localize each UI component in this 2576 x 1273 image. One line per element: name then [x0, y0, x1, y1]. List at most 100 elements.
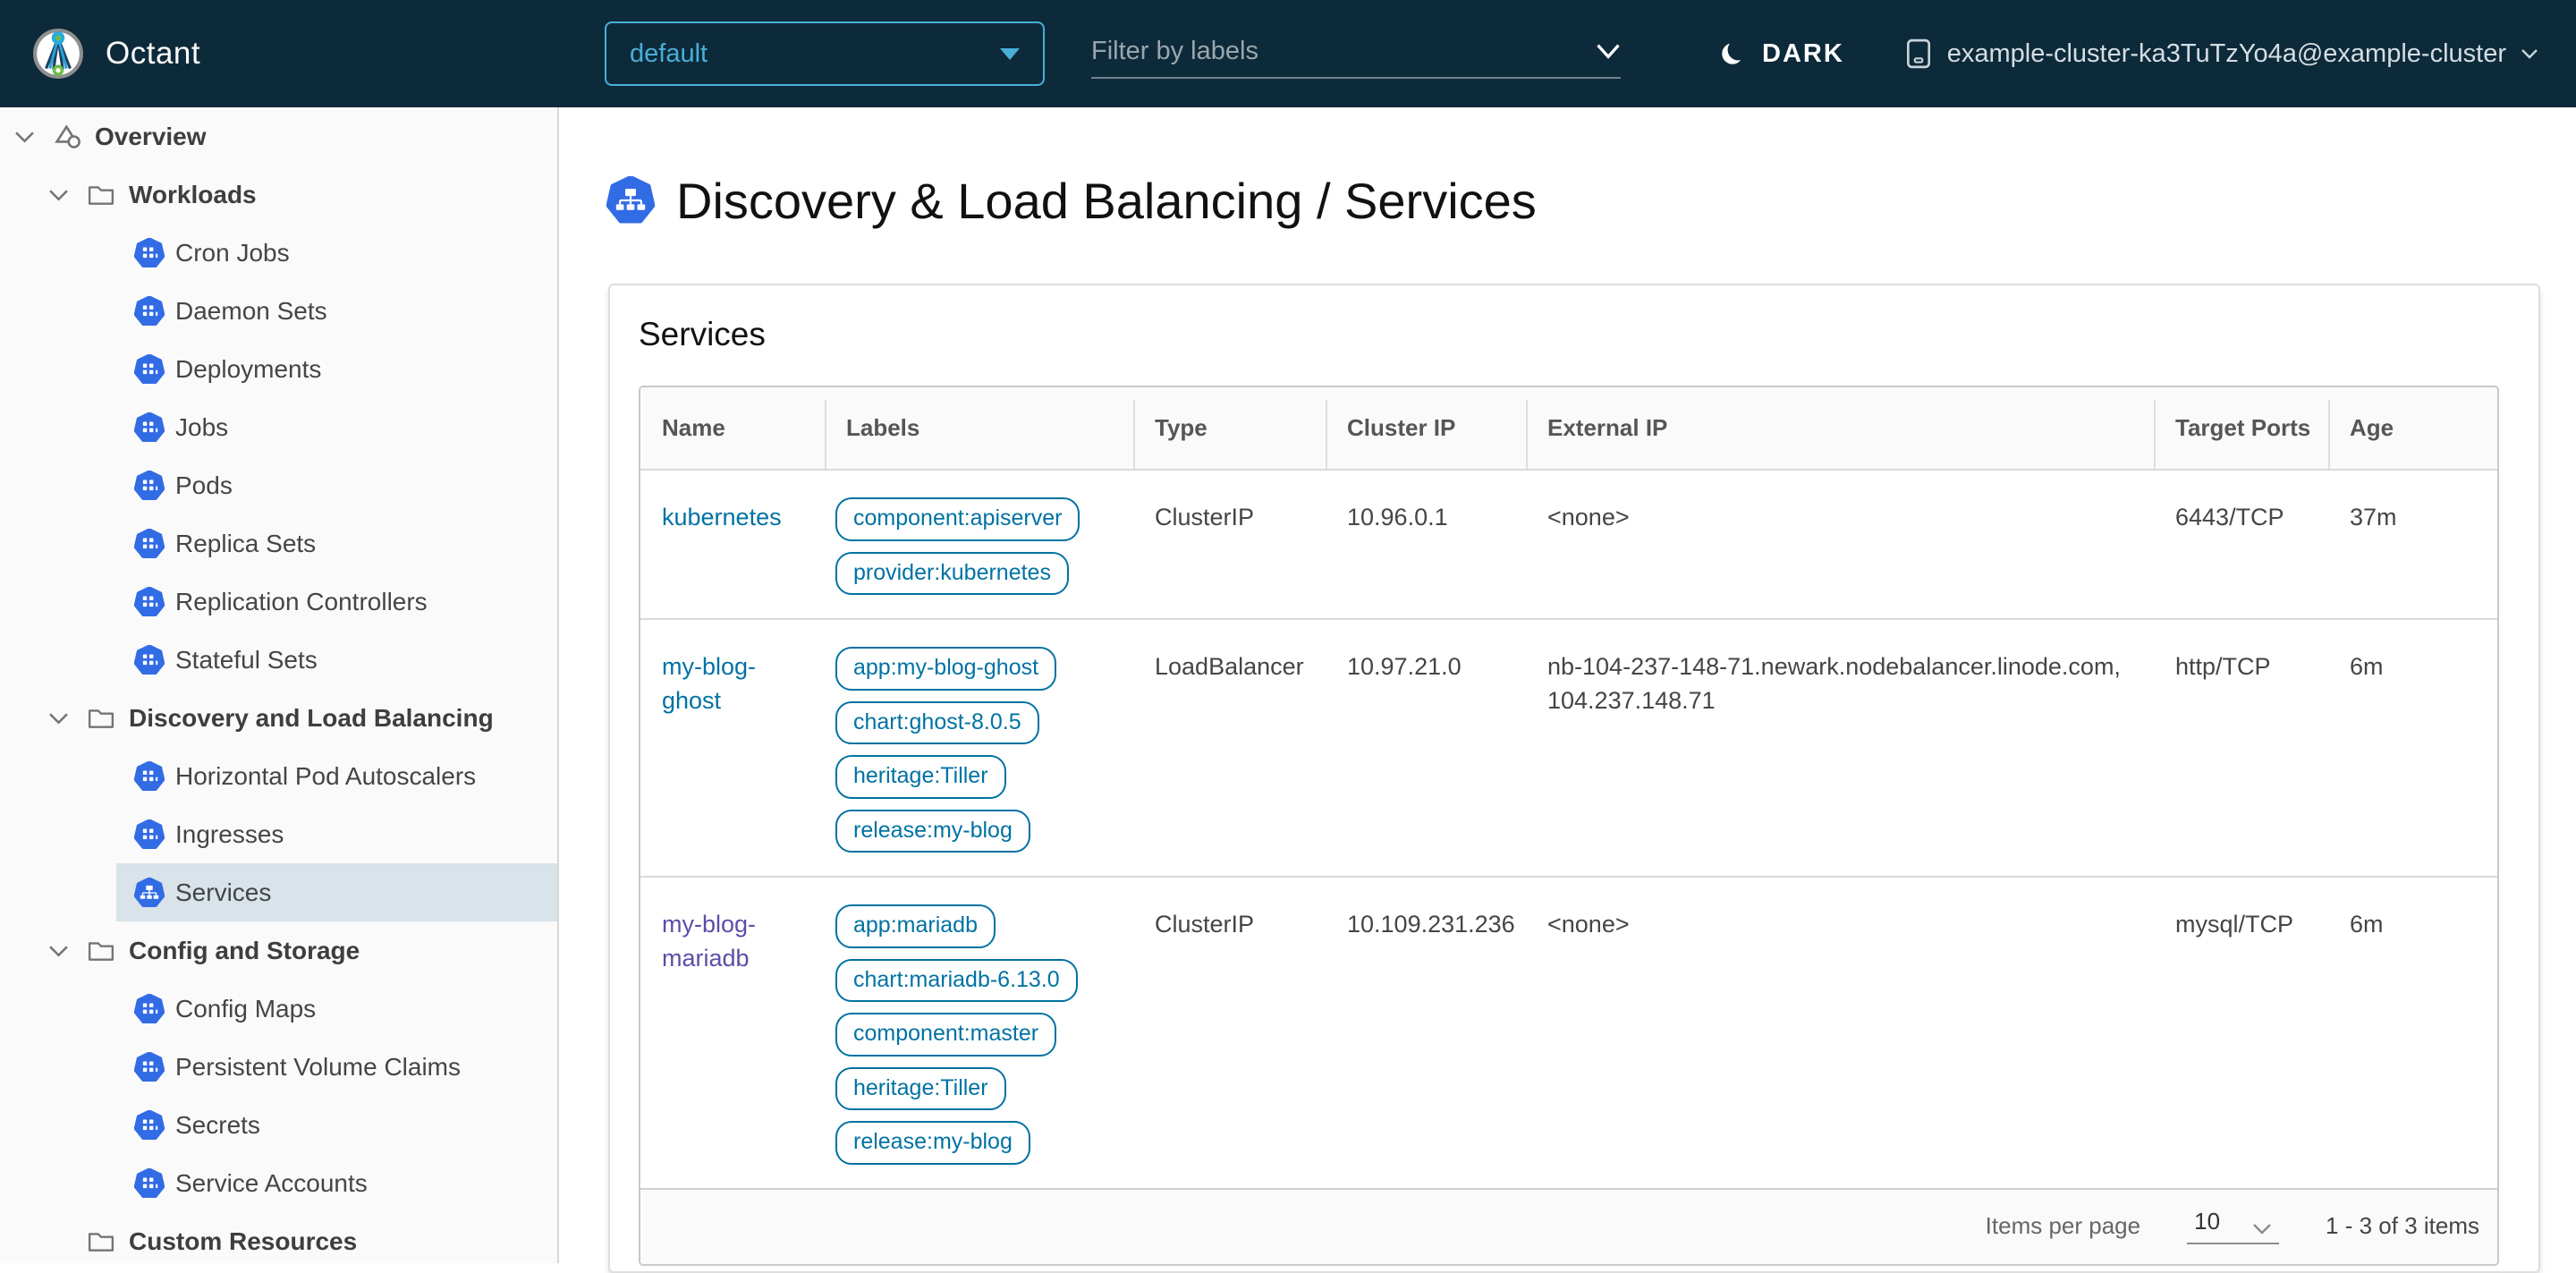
- table-row: my-blog-ghost app:my-blog-ghost chart:gho…: [640, 619, 2499, 877]
- config-maps-icon: [134, 994, 175, 1024]
- sidebar-item-replica-sets[interactable]: Replica Sets: [116, 514, 557, 573]
- label-tag[interactable]: chart:ghost-8.0.5: [835, 701, 1039, 745]
- label-tag[interactable]: chart:mariadb-6.13.0: [835, 959, 1078, 1003]
- label-tag[interactable]: heritage:Tiller: [835, 755, 1006, 799]
- moon-icon: [1719, 39, 1748, 68]
- folder-icon: [88, 707, 129, 729]
- folder-icon: [88, 183, 129, 206]
- folder-icon: [88, 1230, 129, 1252]
- filter-placeholder: Filter by labels: [1091, 37, 1258, 66]
- sidebar-item-label: Stateful Sets: [175, 646, 318, 675]
- sidebar-item-service-accounts[interactable]: Service Accounts: [116, 1154, 557, 1212]
- host-icon: [1904, 38, 1933, 69]
- sidebar-item-label: Jobs: [175, 413, 228, 442]
- jobs-icon: [134, 412, 175, 443]
- chevron-down-icon[interactable]: [48, 711, 88, 725]
- sidebar-item-cron-jobs[interactable]: Cron Jobs: [116, 224, 557, 282]
- sidebar-item-label: Service Accounts: [175, 1169, 368, 1198]
- sidebar-item-services[interactable]: Services: [116, 863, 557, 921]
- cluster-ip-cell: 10.109.231.236: [1326, 877, 1526, 1189]
- cluster-ip-cell: 10.97.21.0: [1326, 619, 1526, 877]
- chevron-down-icon: [2252, 1223, 2272, 1235]
- sidebar-item-persistent-volume-claims[interactable]: Persistent Volume Claims: [116, 1038, 557, 1096]
- sidebar-item-jobs[interactable]: Jobs: [116, 398, 557, 456]
- label-tag[interactable]: provider:kubernetes: [835, 552, 1069, 596]
- sidebar-item-replication-controllers[interactable]: Replication Controllers: [116, 573, 557, 631]
- cron-jobs-icon: [134, 238, 175, 268]
- service-name-link[interactable]: my-blog-ghost: [662, 653, 756, 714]
- label-tag[interactable]: component:master: [835, 1013, 1056, 1057]
- table-footer-row: Items per page 10 1 - 3 of 3 items: [640, 1189, 2499, 1264]
- sidebar-item-custom-resources[interactable]: Custom Resources: [0, 1212, 557, 1263]
- type-cell: LoadBalancer: [1133, 619, 1326, 877]
- sidebar-item-horizontal-pod-autoscalers[interactable]: Horizontal Pod Autoscalers: [116, 747, 557, 805]
- sidebar-item-label: Workloads: [129, 181, 257, 209]
- column-header-target-ports: Target Ports: [2154, 387, 2328, 470]
- label-filter-input[interactable]: Filter by labels: [1091, 25, 1621, 79]
- label-tag[interactable]: component:apiserver: [835, 497, 1080, 541]
- chevron-down-icon[interactable]: [14, 130, 54, 143]
- secrets-icon: [134, 1110, 175, 1141]
- age-cell: 37m: [2328, 470, 2499, 619]
- label-tag[interactable]: release:my-blog: [835, 1121, 1030, 1165]
- sidebar-item-overview[interactable]: Overview: [0, 107, 557, 165]
- sidebar-item-config-maps[interactable]: Config Maps: [116, 980, 557, 1038]
- sidebar-item-config-and-storage[interactable]: Config and Storage: [0, 921, 557, 980]
- column-header-type: Type: [1133, 387, 1326, 470]
- label-tag[interactable]: heritage:Tiller: [835, 1067, 1006, 1111]
- age-cell: 6m: [2328, 877, 2499, 1189]
- pagination-range: 1 - 3 of 3 items: [2326, 1212, 2479, 1240]
- sidebar-item-stateful-sets[interactable]: Stateful Sets: [116, 631, 557, 689]
- services-card: Services NameLabelsTypeCluster IPExterna…: [608, 284, 2540, 1273]
- brand: Octant: [32, 0, 200, 107]
- services-table: NameLabelsTypeCluster IPExternal IPTarge…: [639, 386, 2499, 1266]
- sidebar-item-daemon-sets[interactable]: Daemon Sets: [116, 282, 557, 340]
- target-ports-cell: 6443/TCP: [2154, 470, 2328, 619]
- card-title: Services: [639, 316, 2510, 353]
- service-accounts-icon: [134, 1168, 175, 1199]
- sidebar-item-ingresses[interactable]: Ingresses: [116, 805, 557, 863]
- sidebar-item-label: Cron Jobs: [175, 239, 290, 267]
- sidebar-item-workloads[interactable]: Workloads: [0, 165, 557, 224]
- namespace-selector[interactable]: default: [605, 21, 1045, 86]
- namespace-value: default: [630, 39, 708, 69]
- label-tag[interactable]: app:mariadb: [835, 904, 996, 948]
- context-selector[interactable]: example-cluster-ka3TuTzYo4a@example-clus…: [1904, 0, 2538, 107]
- type-cell: ClusterIP: [1133, 877, 1326, 1189]
- page-title: Discovery & Load Balancing / Services: [606, 165, 1537, 236]
- cluster-ip-cell: 10.96.0.1: [1326, 470, 1526, 619]
- service-name-link[interactable]: kubernetes: [662, 504, 782, 530]
- table-row: kubernetes component:apiserver provider:k…: [640, 470, 2499, 619]
- chevron-down-icon[interactable]: [48, 944, 88, 957]
- target-ports-cell: mysql/TCP: [2154, 877, 2328, 1189]
- sidebar-item-label: Services: [175, 878, 271, 907]
- label-tag[interactable]: release:my-blog: [835, 810, 1030, 853]
- external-ip-cell: <none>: [1526, 877, 2154, 1189]
- sidebar-item-pods[interactable]: Pods: [116, 456, 557, 514]
- stateful-sets-icon: [134, 645, 175, 675]
- sidebar-item-label: Discovery and Load Balancing: [129, 704, 494, 733]
- items-per-page-value: 10: [2194, 1208, 2220, 1235]
- replica-sets-icon: [134, 529, 175, 559]
- sidebar-item-label: Persistent Volume Claims: [175, 1053, 461, 1082]
- persistent-volume-claims-icon: [134, 1052, 175, 1082]
- chevron-down-icon[interactable]: [1596, 43, 1621, 59]
- sidebar-item-deployments[interactable]: Deployments: [116, 340, 557, 398]
- theme-toggle[interactable]: DARK: [1719, 0, 1844, 107]
- service-name-link[interactable]: my-blog-mariadb: [662, 911, 756, 972]
- sidebar-item-label: Custom Resources: [129, 1227, 357, 1256]
- items-per-page-select[interactable]: 10: [2187, 1208, 2279, 1244]
- type-cell: ClusterIP: [1133, 470, 1326, 619]
- sidebar-item-label: Secrets: [175, 1111, 260, 1140]
- label-tag[interactable]: app:my-blog-ghost: [835, 647, 1056, 691]
- sidebar-item-discovery-and-load-balancing[interactable]: Discovery and Load Balancing: [0, 689, 557, 747]
- chevron-down-icon[interactable]: [48, 188, 88, 201]
- column-header-name: Name: [640, 387, 825, 470]
- pagination: Items per page 10 1 - 3 of 3 items: [640, 1190, 2499, 1264]
- column-header-cluster-ip: Cluster IP: [1326, 387, 1526, 470]
- table-header-row: NameLabelsTypeCluster IPExternal IPTarge…: [640, 387, 2499, 470]
- chevron-down-icon: [2521, 47, 2538, 60]
- table-row: my-blog-mariadb app:mariadb chart:mariadb…: [640, 877, 2499, 1189]
- sidebar-item-secrets[interactable]: Secrets: [116, 1096, 557, 1154]
- sidebar-item-label: Overview: [95, 123, 207, 151]
